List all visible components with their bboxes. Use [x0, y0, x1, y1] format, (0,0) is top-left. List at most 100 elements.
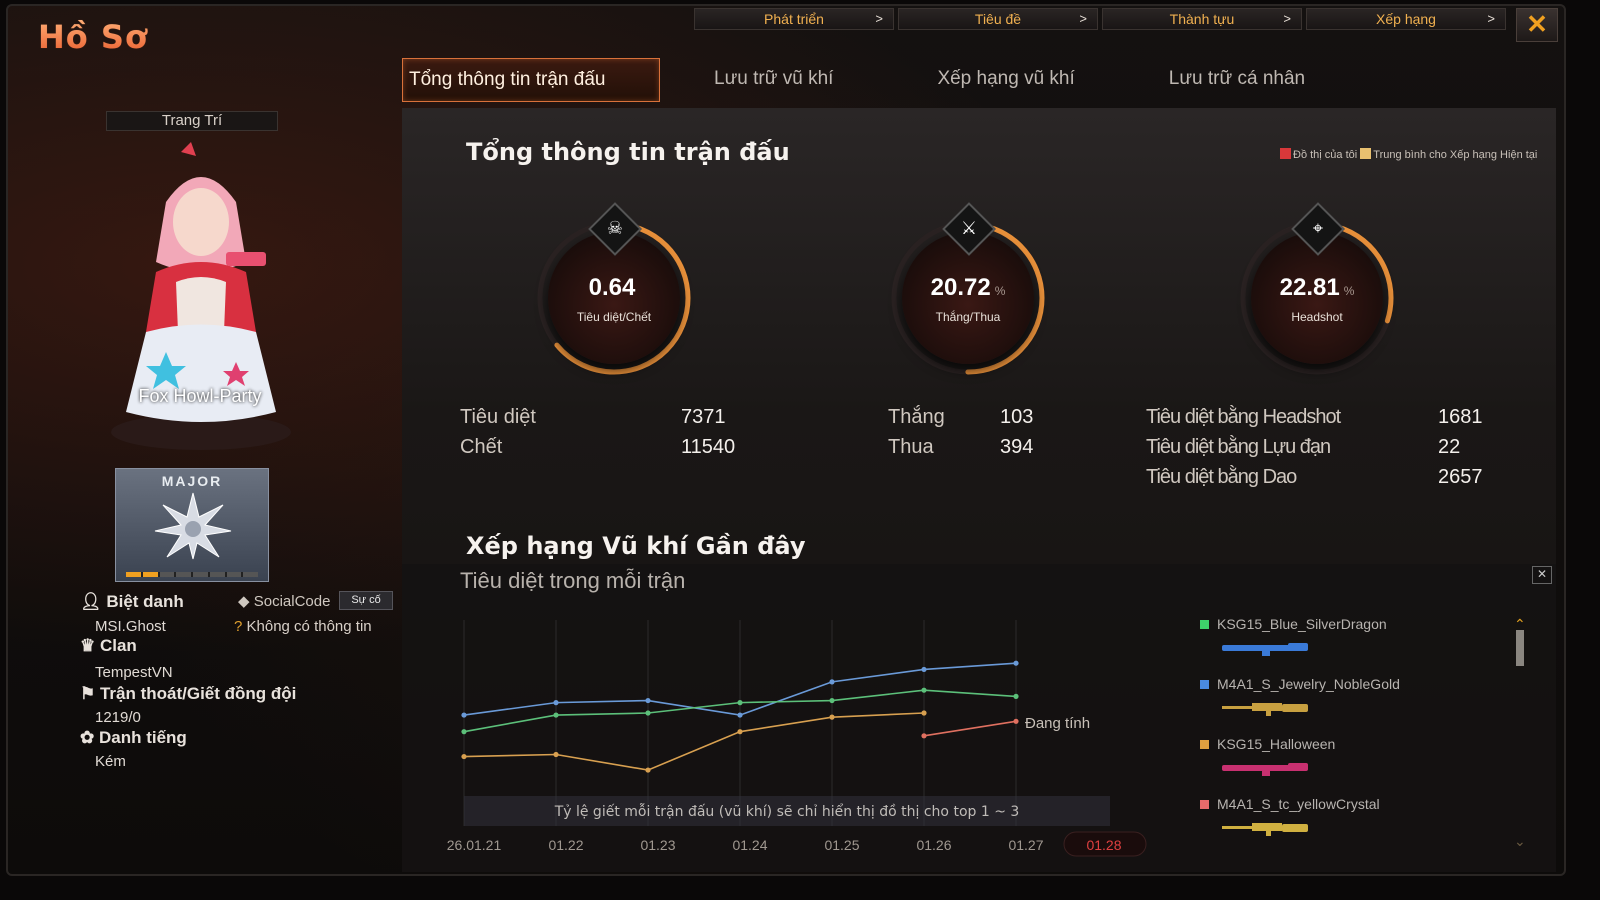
weapon-item[interactable]: M4A1_S_tc_yellowCrystal: [1200, 796, 1500, 856]
series-line-3: [923, 720, 1017, 737]
weapon-list-scrollbar[interactable]: ⌃ ⌄: [1514, 617, 1526, 849]
scroll-down-icon[interactable]: ⌄: [1514, 833, 1528, 850]
chevron-right-icon: >: [1283, 11, 1291, 26]
grenade-kills-value: 22: [1438, 436, 1461, 458]
weapon-ranking-title: Xếp hạng Vũ khí Gần đây: [466, 532, 806, 560]
weapon-color-swatch: [1200, 680, 1209, 689]
chart-grid: [463, 620, 1017, 826]
scroll-up-icon[interactable]: ⌃: [1514, 617, 1528, 631]
legend-swatch-mine: [1280, 148, 1291, 159]
escape-heading: ⚑ Trận thoát/Giết đồng đội: [80, 684, 297, 703]
gauge-label: Thắng/Thua: [935, 310, 1001, 324]
character-name: Fox Howl-Party: [138, 386, 262, 406]
tab-bar: Tổng thông tin trận đấu Lưu trữ vũ khí X…: [402, 58, 1311, 102]
reputation-value: Kém: [95, 753, 126, 770]
clan-icon: ♛: [80, 636, 100, 655]
social-icon: ◆: [238, 593, 250, 610]
headshot-kills-label: Tiêu diệt bằng Headshot: [1146, 406, 1341, 428]
nav-label: Thành tựu: [1169, 11, 1235, 27]
weapon-color-swatch: [1200, 740, 1209, 749]
rank-progress-segment: [142, 572, 158, 577]
data-point: [1013, 718, 1019, 724]
chevron-right-icon: >: [875, 11, 883, 26]
rank-progress-segment: [126, 572, 141, 577]
x-tick-label: 26.01.21: [447, 837, 502, 853]
tab-match-summary[interactable]: Tổng thông tin trận đấu: [402, 58, 660, 102]
gauge-label: Tiêu diệt/Chết: [576, 310, 652, 324]
rifle-icon: [1222, 823, 1308, 836]
chart-close-button[interactable]: ✕: [1532, 566, 1552, 584]
chart-subtitle: Tiêu diệt trong mỗi trận: [460, 568, 686, 593]
data-point: [553, 700, 559, 706]
decoration-button[interactable]: Trang Trí: [106, 111, 278, 131]
nav-label: Phát triển: [764, 11, 824, 27]
data-point: [553, 751, 559, 758]
rank-progress-segment: [193, 572, 208, 577]
weapon-item[interactable]: M4A1_S_Jewelry_NobleGold: [1200, 676, 1500, 736]
x-tick-label: 01.24: [732, 837, 767, 853]
rank-progress-segment: [176, 572, 191, 577]
weapon-name: M4A1_S_tc_yellowCrystal: [1217, 796, 1380, 812]
nav-achievement-button[interactable]: Thành tựu >: [1102, 8, 1302, 30]
weapon-list: KSG15_Blue_SilverDragon M4A1_S_Jewelry_N…: [1200, 616, 1500, 856]
gauge-label: Headshot: [1291, 310, 1343, 324]
weapon-name: M4A1_S_Jewelry_NobleGold: [1217, 676, 1400, 692]
tab-weapon-storage[interactable]: Lưu trữ vũ khí: [708, 58, 839, 100]
data-point: [737, 700, 743, 706]
data-point: [1013, 693, 1019, 699]
data-point: [737, 712, 743, 718]
shotgun-icon: [1222, 763, 1308, 776]
data-point: [829, 714, 835, 720]
nav-ranking-button[interactable]: Xếp hạng >: [1306, 8, 1506, 30]
gauge-value: 22.81%: [1279, 274, 1355, 301]
kills-per-match-chart: Tỷ lệ giết mỗi trận đấu (vũ khí) sẽ chỉ …: [447, 620, 1147, 857]
tab-personal-storage[interactable]: Lưu trữ cá nhân: [1163, 58, 1311, 100]
weapon-name: KSG15_Halloween: [1217, 736, 1336, 752]
data-point: [645, 710, 651, 716]
legend-label-mine: Đồ thị của tôi: [1293, 149, 1358, 161]
close-window-button[interactable]: ✕: [1516, 8, 1558, 42]
gauge-value: 20.72%: [930, 274, 1006, 301]
weapon-item[interactable]: KSG15_Halloween: [1200, 736, 1500, 796]
data-point: [645, 697, 651, 704]
reputation-icon: ✿: [80, 728, 99, 747]
weapon-item[interactable]: KSG15_Blue_SilverDragon: [1200, 616, 1500, 676]
x-tick-label: 01.25: [824, 837, 859, 853]
nav-title-button[interactable]: Tiêu đề >: [898, 8, 1098, 30]
data-point: [645, 767, 651, 773]
knife-kills-label: Tiêu diệt bằng Dao: [1146, 466, 1297, 488]
data-point: [921, 733, 927, 739]
report-button[interactable]: Sự cố: [339, 591, 393, 610]
running-icon: ⚑: [80, 684, 100, 703]
data-point: [921, 666, 927, 673]
weapon-color-swatch: [1200, 620, 1209, 629]
kills-value: 7371: [681, 406, 726, 428]
knife-kills-value: 2657: [1438, 466, 1483, 488]
losses-value: 394: [1000, 436, 1034, 458]
weapon-name: KSG15_Blue_SilverDragon: [1217, 616, 1387, 632]
rank-badge: MAJOR: [115, 468, 269, 582]
social-info: ? Không có thông tin: [234, 618, 372, 635]
chevron-right-icon: >: [1487, 11, 1495, 26]
summary-title: Tổng thông tin trận đấu: [466, 138, 790, 166]
nav-development-button[interactable]: Phát triển >: [694, 8, 894, 30]
x-tick-label: 01.22: [548, 837, 583, 853]
rank-progress-segment: [159, 572, 175, 577]
chart-legend: Đồ thị của tôi Trung bình cho Xếp hạng H…: [1280, 148, 1540, 162]
nav-label: Xếp hạng: [1376, 11, 1436, 27]
tab-weapon-ranking[interactable]: Xếp hạng vũ khí: [931, 58, 1080, 100]
nickname-heading: 👤︎ Biệt danh: [80, 592, 184, 611]
chart-note: Tỷ lệ giết mỗi trận đấu (vũ khí) sẽ chỉ …: [554, 803, 1020, 820]
data-point: [921, 710, 927, 716]
user-icon: 👤︎: [80, 592, 107, 611]
pending-label: Đang tính: [1025, 715, 1090, 732]
question-icon: ?: [234, 618, 243, 635]
shotgun-icon: [1222, 643, 1308, 656]
legend-swatch-average: [1360, 148, 1372, 159]
x-tick-label: 01.23: [640, 837, 675, 853]
rank-progress-segment: [226, 572, 242, 577]
data-point: [1013, 660, 1019, 666]
rank-progress-bar: [126, 572, 258, 577]
scroll-thumb[interactable]: [1516, 630, 1524, 666]
escape-value: 1219/0: [95, 709, 141, 726]
